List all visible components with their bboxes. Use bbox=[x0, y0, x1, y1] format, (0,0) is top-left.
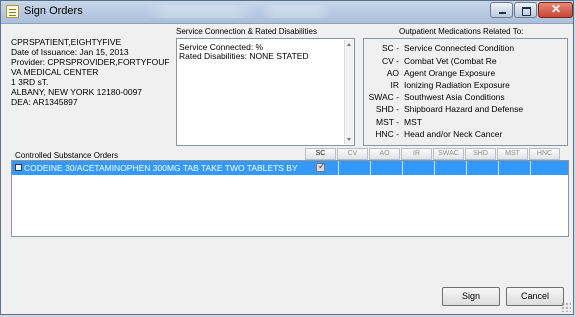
related-description: Ionizing Radiation Exposure bbox=[404, 80, 510, 90]
related-code: AO bbox=[386, 68, 399, 78]
order-description[interactable]: CODEINE 30/ACETAMINOPHEN 300MG TAB TAKE … bbox=[24, 163, 298, 173]
column-header-cv[interactable]: CV bbox=[337, 148, 368, 160]
related-code: IR bbox=[390, 80, 400, 90]
blurred-background-title bbox=[145, 5, 257, 18]
facility-city: ALBANY, NEW YORK 12180-0097 bbox=[11, 87, 143, 97]
column-header-swac[interactable]: SWAC bbox=[433, 148, 464, 160]
column-header-ao[interactable]: AO bbox=[369, 148, 400, 160]
vertical-scrollbar[interactable] bbox=[344, 40, 353, 144]
related-description: MST bbox=[404, 117, 422, 127]
date-of-issuance: Date of Issuance: Jan 15, 2013 bbox=[11, 47, 129, 57]
sc-checkbox[interactable] bbox=[316, 161, 326, 172]
related-item-sc: SC - Service Connected Condition bbox=[364, 43, 569, 55]
resize-grip[interactable] bbox=[561, 302, 571, 312]
service-connection-box[interactable]: Service Connected: % Rated Disabilities:… bbox=[176, 38, 355, 146]
related-item-ir: IR Ionizing Radiation Exposure bbox=[364, 80, 569, 92]
controlled-substance-orders-label: Controlled Substance Orders bbox=[15, 151, 119, 160]
related-item-mst: MST - MST bbox=[364, 117, 569, 129]
related-code: SHD - bbox=[375, 104, 399, 114]
sign-button[interactable]: Sign bbox=[442, 287, 500, 306]
provider: Provider: CPRSPROVIDER,FORTYFOUF bbox=[11, 57, 170, 67]
selected-order-row[interactable]: CODEINE 30/ACETAMINOPHEN 300MG TAB TAKE … bbox=[12, 161, 568, 175]
facility-name: VA MEDICAL CENTER bbox=[11, 67, 99, 77]
document-icon bbox=[6, 5, 19, 18]
related-code: HNC - bbox=[375, 129, 399, 139]
facility-address: 1 3RD sT. bbox=[11, 77, 49, 87]
column-header-shd[interactable]: SHD bbox=[465, 148, 496, 160]
cell-divider bbox=[434, 161, 435, 175]
related-code: SWAC - bbox=[368, 92, 399, 102]
dea-number: DEA: AR1345897 bbox=[11, 97, 78, 107]
related-item-swac: SWAC - Southwest Asia Conditions bbox=[364, 92, 569, 104]
column-header-hnc[interactable]: HNC bbox=[529, 148, 560, 160]
maximize-button[interactable] bbox=[514, 2, 537, 18]
patient-details: CPRSPATIENT,EIGHTYFIVE Date of Issuance:… bbox=[11, 37, 171, 107]
rated-disabilities-text: Rated Disabilities: NONE STATED bbox=[179, 51, 309, 61]
cell-divider bbox=[370, 161, 371, 175]
cell-divider bbox=[338, 161, 339, 175]
related-description: Shipboard Hazard and Defense bbox=[404, 104, 524, 114]
cell-divider bbox=[530, 161, 531, 175]
cell-divider bbox=[402, 161, 403, 175]
related-code: CV - bbox=[382, 56, 399, 66]
title-bar[interactable]: Sign Orders bbox=[1, 1, 573, 24]
minimize-button[interactable] bbox=[490, 2, 513, 18]
related-description: Southwest Asia Conditions bbox=[404, 92, 505, 102]
column-header-mst[interactable]: MST bbox=[497, 148, 528, 160]
related-item-shd: SHD - Shipboard Hazard and Defense bbox=[364, 104, 569, 116]
patient-name: CPRSPATIENT,EIGHTYFIVE bbox=[11, 37, 122, 47]
related-code: MST - bbox=[376, 117, 399, 127]
blurred-background-title bbox=[261, 5, 331, 18]
related-description: Head and/or Neck Cancer bbox=[404, 129, 503, 139]
order-checkbox[interactable] bbox=[15, 164, 22, 171]
cell-divider bbox=[466, 161, 467, 175]
window-title: Sign Orders bbox=[24, 5, 83, 17]
close-button[interactable] bbox=[538, 2, 573, 18]
column-header-ir[interactable]: IR bbox=[401, 148, 432, 160]
outpatient-medications-list: SC - Service Connected Condition CV - Comb… bbox=[363, 38, 568, 146]
related-description: Agent Orange Exposure bbox=[404, 68, 496, 78]
related-item-ao: AO Agent Orange Exposure bbox=[364, 68, 569, 80]
outpatient-medications-label: Outpatient Medications Related To: bbox=[399, 27, 524, 36]
cancel-button[interactable]: Cancel bbox=[506, 287, 564, 306]
related-description: Service Connected Condition bbox=[404, 43, 515, 53]
controlled-substance-orders-grid[interactable]: CODEINE 30/ACETAMINOPHEN 300MG TAB TAKE … bbox=[11, 160, 569, 237]
related-item-hnc: HNC - Head and/or Neck Cancer bbox=[364, 129, 569, 141]
related-item-cv: CV - Combat Vet (Combat Re bbox=[364, 56, 569, 68]
related-description: Combat Vet (Combat Re bbox=[404, 56, 497, 66]
sign-orders-window: Sign Orders CPRSPATIENT,EIGHTYFIVE Date … bbox=[0, 0, 574, 315]
column-header-sc[interactable]: SC bbox=[305, 148, 336, 160]
related-code: SC - bbox=[382, 43, 399, 53]
service-connection-label: Service Connection & Rated Disabilities bbox=[176, 27, 317, 36]
order-cell-dividers bbox=[306, 161, 568, 175]
cell-divider bbox=[498, 161, 499, 175]
